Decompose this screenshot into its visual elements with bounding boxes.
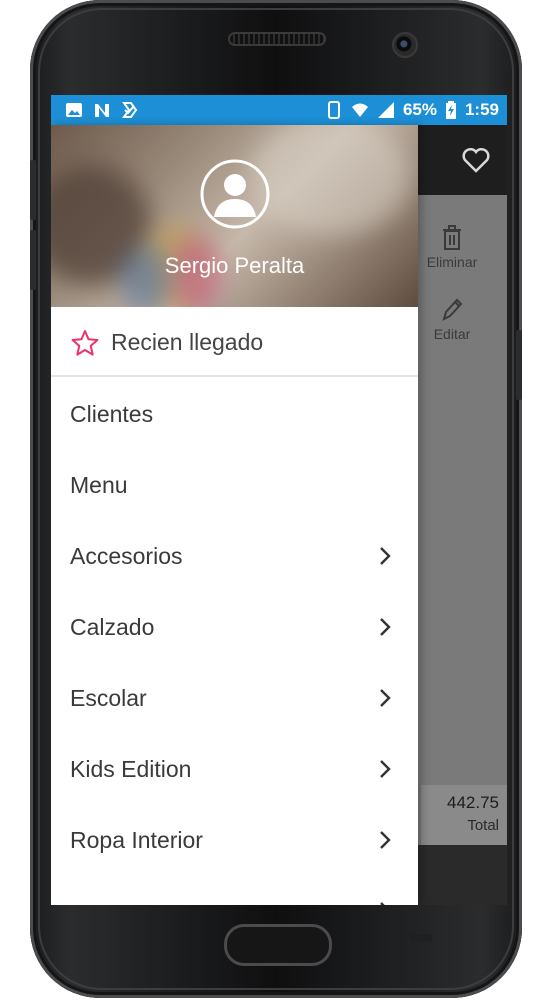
chevron-right-icon xyxy=(380,547,391,565)
screen: 65% 1:59 Eliminar Editar 442.75 Total Se… xyxy=(51,95,507,905)
battery-percent: 65% xyxy=(402,100,437,119)
clock: 1:59 xyxy=(464,100,499,119)
menu-item-calzado[interactable]: Calzado xyxy=(51,592,418,663)
featured-label: Recien llegado xyxy=(111,329,264,355)
heart-icon[interactable] xyxy=(461,145,491,175)
delete-action[interactable]: Eliminar xyxy=(417,225,487,270)
power-button xyxy=(516,330,522,400)
clipboard-check-icon xyxy=(122,102,138,118)
edit-label: Editar xyxy=(433,326,471,342)
signal-icon xyxy=(377,102,394,118)
wifi-icon xyxy=(351,103,368,117)
menu-item-label: Menu xyxy=(70,472,128,498)
star-outline-icon xyxy=(71,330,99,356)
trash-icon xyxy=(443,225,461,250)
image-icon xyxy=(66,103,82,117)
edit-action[interactable]: Editar xyxy=(417,297,487,342)
avatar[interactable] xyxy=(200,159,270,229)
menu-item-escolar[interactable]: Escolar xyxy=(51,663,418,734)
earpiece-speaker xyxy=(228,32,326,46)
menu-item-label: Clientes xyxy=(70,401,154,427)
chevron-right-icon xyxy=(380,760,391,778)
front-camera xyxy=(392,32,418,58)
total-value: 442.75 xyxy=(447,793,499,812)
menu-item-label: Accesorios xyxy=(70,543,183,569)
recent-apps-key[interactable] xyxy=(410,934,432,942)
menu-item-label: Escolar xyxy=(70,685,147,711)
n-icon xyxy=(95,104,109,117)
menu-item-label: Kids Edition xyxy=(70,756,192,782)
drawer-header: Sergio Peralta xyxy=(51,125,418,307)
menu-item-accesorios[interactable]: Accesorios xyxy=(51,521,418,592)
menu-item-ropa-interior[interactable]: Ropa Interior xyxy=(51,805,418,876)
chevron-right-icon xyxy=(380,689,391,707)
menu-item-clientes[interactable]: Clientes xyxy=(51,379,418,450)
total-label: Total xyxy=(467,817,499,834)
navigation-drawer: Sergio Peralta Recien llegado Clientes M… xyxy=(51,125,418,905)
header-bg-blob xyxy=(251,125,411,235)
battery-charging-icon xyxy=(445,101,456,119)
menu-item-label: Calzado xyxy=(70,614,155,640)
phone-icon xyxy=(327,101,340,119)
menu-item-kids-edition[interactable]: Kids Edition xyxy=(51,734,418,805)
delete-label: Eliminar xyxy=(426,254,478,270)
chevron-right-icon xyxy=(380,618,391,636)
menu-item-menu[interactable]: Menu xyxy=(51,450,418,521)
volume-up-button xyxy=(30,160,36,220)
user-name: Sergio Peralta xyxy=(164,253,305,278)
featured-item-new-arrivals[interactable]: Recien llegado xyxy=(51,307,418,377)
menu-item-label: Ropa Interior xyxy=(70,827,203,853)
volume-down-button xyxy=(30,230,36,290)
status-bar: 65% 1:59 xyxy=(51,95,507,125)
menu-item-partial[interactable] xyxy=(51,876,418,905)
chevron-right-icon xyxy=(380,831,391,849)
pencil-icon xyxy=(442,298,463,321)
total-box: 442.75 Total xyxy=(421,785,507,845)
home-button[interactable] xyxy=(224,924,332,966)
chevron-right-icon xyxy=(380,902,385,905)
